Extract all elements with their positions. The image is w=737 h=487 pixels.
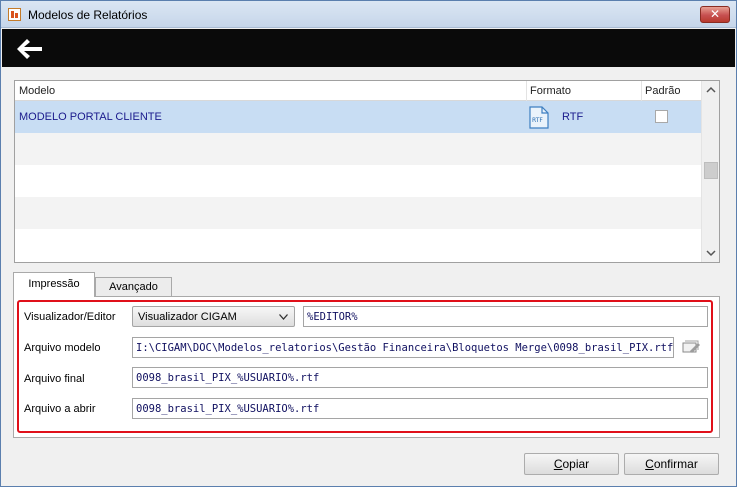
copiar-label: opiar [562, 457, 590, 471]
arquivo-abrir-input[interactable]: 0098_brasil_PIX_%USUARIO%.rtf [132, 398, 708, 419]
tab-impressao[interactable]: Impressão [13, 272, 95, 297]
arrow-left-icon[interactable] [14, 37, 44, 61]
format-cell: RTF [562, 111, 584, 123]
editor-value: %EDITOR% [307, 311, 358, 323]
table-row[interactable] [15, 133, 701, 165]
visualizador-label: Visualizador/Editor [24, 311, 116, 323]
rtf-file-icon: RTF [529, 106, 549, 129]
toolbar [2, 29, 735, 67]
model-name-cell: MODELO PORTAL CLIENTE [19, 111, 162, 123]
default-checkbox[interactable] [655, 110, 668, 123]
table-row[interactable]: MODELO PORTAL CLIENTE RTF RTF [15, 101, 701, 133]
window-title: Modelos de Relatórios [28, 8, 148, 22]
table-row[interactable] [15, 229, 701, 261]
arquivo-final-input[interactable]: 0098_brasil_PIX_%USUARIO%.rtf [132, 367, 708, 388]
arquivo-abrir-value: 0098_brasil_PIX_%USUARIO%.rtf [136, 403, 320, 415]
editor-input[interactable]: %EDITOR% [303, 306, 708, 327]
vertical-scrollbar[interactable] [701, 81, 719, 262]
chevron-down-icon [279, 314, 288, 320]
table-row[interactable] [15, 165, 701, 197]
copiar-button[interactable]: Copiar [524, 453, 619, 475]
confirmar-button[interactable]: Confirmar [624, 453, 719, 475]
close-button[interactable]: ✕ [700, 6, 730, 23]
column-separator [641, 81, 642, 101]
chevron-up-icon[interactable] [706, 85, 716, 95]
chevron-down-icon[interactable] [706, 248, 716, 258]
scrollbar-thumb[interactable] [704, 162, 718, 179]
arquivo-final-value: 0098_brasil_PIX_%USUARIO%.rtf [136, 372, 320, 384]
column-separator [526, 81, 527, 101]
visualizador-select[interactable]: Visualizador CIGAM [132, 306, 295, 327]
arquivo-modelo-value: I:\CIGAM\DOC\Modelos_relatorios\Gestão F… [136, 342, 674, 354]
confirmar-mnemonic: C [645, 457, 654, 471]
visualizador-selected-value: Visualizador CIGAM [138, 311, 237, 323]
column-header-formato[interactable]: Formato [530, 85, 571, 97]
confirmar-label: onfirmar [653, 457, 698, 471]
browse-file-icon[interactable] [681, 337, 701, 355]
tab-avancado[interactable]: Avançado [95, 277, 172, 297]
models-grid: Modelo Formato Padrão MODELO PORTAL CLIE… [14, 80, 720, 263]
arquivo-modelo-input[interactable]: I:\CIGAM\DOC\Modelos_relatorios\Gestão F… [132, 337, 674, 358]
arquivo-abrir-label: Arquivo a abrir [24, 403, 96, 415]
arquivo-modelo-label: Arquivo modelo [24, 342, 101, 354]
app-icon [8, 8, 21, 21]
column-header-modelo[interactable]: Modelo [19, 85, 55, 97]
table-row[interactable] [15, 197, 701, 229]
title-bar: Modelos de Relatórios ✕ [1, 1, 736, 28]
grid-header: Modelo Formato Padrão [15, 81, 701, 101]
arquivo-final-label: Arquivo final [24, 373, 85, 385]
column-header-padrao[interactable]: Padrão [645, 85, 680, 97]
svg-text:RTF: RTF [532, 117, 543, 124]
